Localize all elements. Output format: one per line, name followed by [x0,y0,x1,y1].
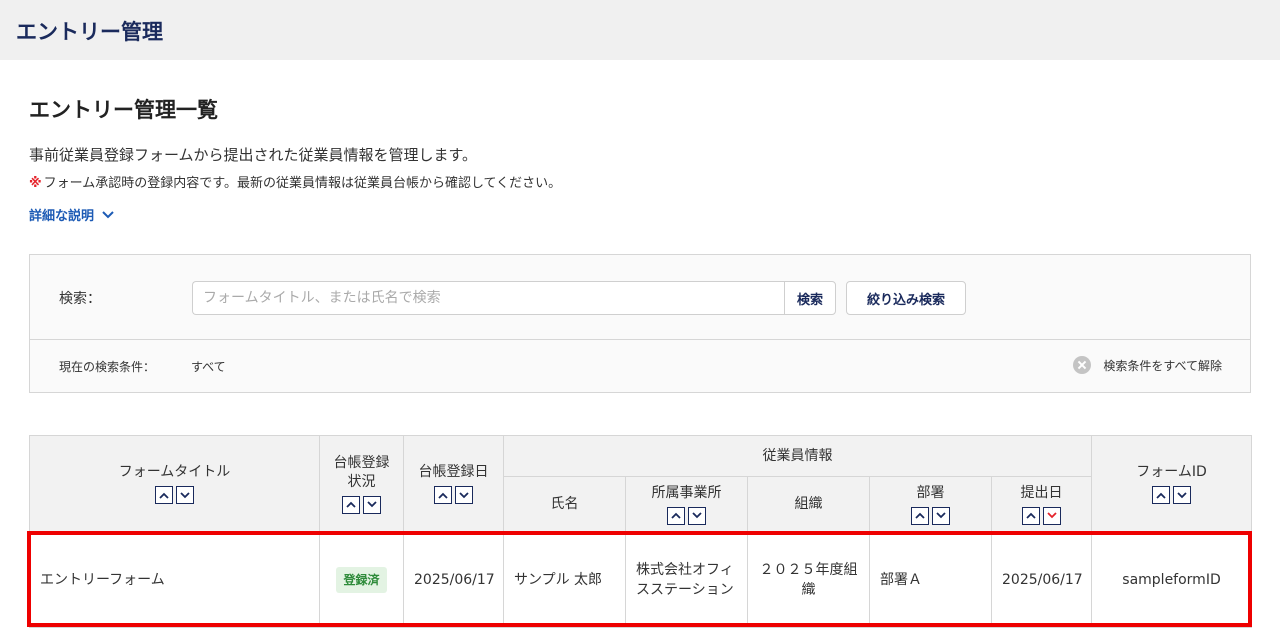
header-registered-date: 台帳登録日 [403,435,504,532]
sort-controls [1096,486,1247,504]
search-button[interactable]: 検索 [784,281,836,315]
app-title: エントリー管理 [16,20,163,44]
header-office: 所属事業所 [625,476,748,532]
header-employee-info: 従業員情報 [502,435,1093,477]
search-panel: 検索： 検索 絞り込み検索 現在の検索条件： すべて 検索条件をすべて解除 [29,254,1251,393]
sort-controls [34,486,315,504]
clear-all-label: 検索条件をすべて解除 [1103,358,1222,373]
note-text: フォーム承認時の登録内容です。最新の従業員情報は従業員台帳から確認してください。 [43,176,562,191]
header-name: 氏名 [503,476,626,532]
note-mark: ※ [29,176,42,191]
sort-descending-active-icon[interactable] [1043,506,1061,525]
detail-explanation-link[interactable]: 詳細な説明 [29,205,114,224]
clear-circle-icon [1073,356,1092,374]
cell-name: サンプル 太郎 [503,531,626,628]
header-status-line2: 状況 [347,473,376,490]
sort-controls [874,506,987,525]
header-organization: 組織 [747,476,870,532]
cell-office: 株式会社オフィスステーション [625,531,748,628]
sort-ascending-icon[interactable] [911,506,929,525]
cell-department: 部署Ａ [869,531,992,628]
header-status-line1: 台帳登録 [333,454,390,471]
filter-search-button[interactable]: 絞り込み検索 [846,281,966,315]
app-header: エントリー管理 [0,0,1280,60]
header-department: 部署 [869,476,992,532]
sort-ascending-icon[interactable] [434,486,452,504]
sort-descending-icon[interactable] [932,506,950,525]
header-submitted-date-label: 提出日 [1020,484,1063,501]
header-registered-date-label: 台帳登録日 [418,464,489,480]
table-row[interactable]: エントリーフォーム 登録済 2025/06/17 サンプル 太郎 株式会社オフィ… [29,531,1253,628]
search-condition-label: 現在の検索条件： [59,360,156,374]
header-registration-status: 台帳登録 状況 [319,435,404,532]
sort-descending-icon[interactable] [363,495,381,514]
header-submitted-date: 提出日 [990,476,1093,532]
chevron-down-icon [102,210,114,219]
cell-submitted-date: 2025/06/17 [990,531,1093,628]
sort-descending-icon[interactable] [455,486,473,504]
search-label: 検索： [59,291,101,307]
cell-registered-date: 2025/06/17 [403,531,504,628]
sort-controls [408,486,499,504]
header-form-title: フォームタイトル [29,435,320,532]
sort-ascending-icon[interactable] [155,486,173,504]
cell-status: 登録済 [319,531,404,628]
sort-controls [324,495,399,514]
sort-controls [630,506,743,525]
sort-descending-icon[interactable] [688,506,706,525]
page-title: エントリー管理一覧 [29,98,218,122]
header-form-id: フォームID [1091,435,1253,532]
sort-descending-icon[interactable] [1173,486,1192,504]
entry-table: フォームタイトル 台帳登録 状況 台帳登録日 従業員情報 フォームID 氏名 所… [29,435,1253,628]
clear-all-conditions-button[interactable]: 検索条件をすべて解除 [1073,356,1222,374]
cell-organization: ２０２５年度組織 [747,531,870,628]
sort-ascending-icon[interactable] [1152,486,1171,504]
header-department-label: 部署 [916,484,945,501]
header-office-label: 所属事業所 [651,484,722,501]
status-badge: 登録済 [336,566,387,593]
cell-form-id: sampleformID [1091,531,1253,628]
header-form-title-label: フォームタイトル [118,464,231,480]
page-note: ※ フォーム承認時の登録内容です。最新の従業員情報は従業員台帳から確認してください… [29,172,561,191]
detail-link-label: 詳細な説明 [29,209,95,224]
cell-form-title: エントリーフォーム [29,531,320,628]
sort-ascending-icon[interactable] [667,506,685,525]
search-condition-value: すべて [191,360,226,374]
sort-controls [996,506,1087,525]
search-input[interactable] [192,281,784,315]
sort-ascending-icon[interactable] [342,495,360,514]
header-form-id-label: フォームID [1136,464,1207,480]
search-row: 検索： 検索 絞り込み検索 [30,255,1250,340]
sort-ascending-icon[interactable] [1022,506,1040,525]
page-description: 事前従業員登録フォームから提出された従業員情報を管理します。 [29,146,478,164]
sort-descending-icon[interactable] [176,486,194,504]
